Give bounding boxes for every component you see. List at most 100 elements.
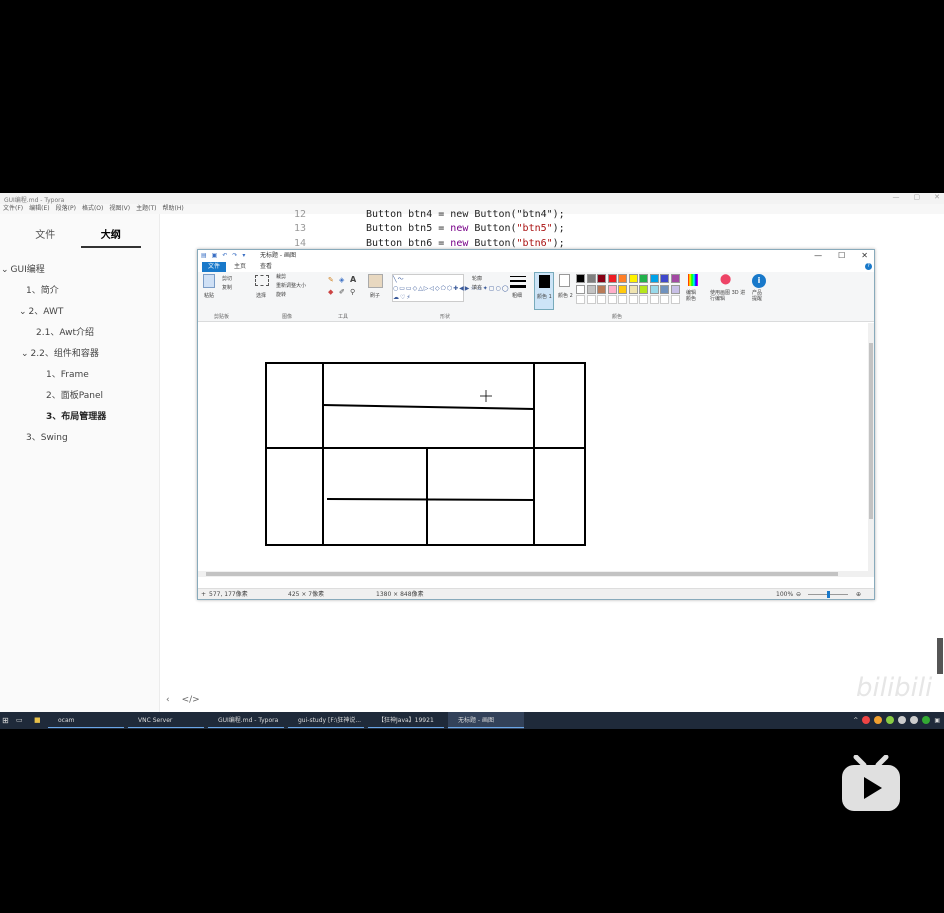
network-icon[interactable] <box>910 716 919 724</box>
color2-swatch[interactable] <box>559 274 570 287</box>
scroll-thumb[interactable] <box>869 343 873 519</box>
text-tool-icon[interactable]: A <box>350 275 356 284</box>
close-icon[interactable]: ✕ <box>861 250 868 262</box>
copy-button[interactable]: 复制 <box>222 284 232 291</box>
palette-swatch[interactable] <box>628 284 638 294</box>
chevron-down-icon[interactable]: ⌄ <box>19 307 27 317</box>
taskbar-item[interactable]: GUI编程.md - Typora <box>208 712 284 729</box>
resize-button[interactable]: 重新调整大小 <box>276 282 306 289</box>
outline-item[interactable]: ⌄ 2、AWT <box>0 302 159 323</box>
taskbar-item[interactable]: gui-study [F:\狂神说... <box>288 712 364 729</box>
close-icon[interactable]: ✕ <box>934 193 940 201</box>
palette-swatch[interactable] <box>597 274 606 283</box>
minimize-icon[interactable]: — <box>814 250 822 262</box>
palette-swatch-empty[interactable] <box>618 295 627 304</box>
chevron-down-icon[interactable]: ⌄ <box>21 349 29 359</box>
editor-scrollbar[interactable] <box>937 638 943 674</box>
save-icon[interactable]: ▣ <box>212 250 218 262</box>
palette-swatch-empty[interactable] <box>576 295 585 304</box>
taskbar-item[interactable]: 无标题 - 画图 <box>448 712 524 729</box>
help-icon[interactable]: ? <box>865 263 872 270</box>
paint3d-icon[interactable]: ⬤ <box>720 274 731 285</box>
task-view-icon[interactable]: ▭ <box>16 712 23 729</box>
palette-swatch[interactable] <box>639 274 648 283</box>
tray-app-icon[interactable] <box>886 716 895 724</box>
tray-app-icon[interactable] <box>862 716 871 724</box>
palette-swatch[interactable] <box>670 274 680 283</box>
palette-swatch[interactable] <box>618 284 627 294</box>
palette-swatch-empty[interactable] <box>670 295 680 304</box>
redo-icon[interactable]: ↷ <box>232 250 237 262</box>
minimize-icon[interactable]: — <box>893 193 900 201</box>
tab-view[interactable]: 查看 <box>254 262 278 272</box>
zoom-slider-thumb[interactable] <box>827 591 830 598</box>
select-icon[interactable] <box>255 275 269 286</box>
menu-theme[interactable]: 主题(T) <box>136 204 156 214</box>
taskbar-item[interactable]: 【狂神Java】19921 <box>368 712 444 729</box>
palette-swatch[interactable] <box>628 274 638 283</box>
color-picker-icon[interactable]: ✐ <box>339 288 345 296</box>
chevron-down-icon[interactable]: ⌄ <box>1 265 9 275</box>
palette-swatch[interactable] <box>576 284 585 294</box>
outline-item[interactable]: 2.1、Awt介绍 <box>0 323 159 344</box>
select-button[interactable]: 选择 <box>256 292 266 299</box>
menu-paragraph[interactable]: 段落(P) <box>56 204 76 214</box>
palette-swatch[interactable] <box>607 284 617 294</box>
palette-swatch[interactable] <box>586 284 596 294</box>
canvas-vertical-scrollbar[interactable] <box>868 323 874 571</box>
cut-button[interactable]: 剪切 <box>222 275 232 282</box>
palette-swatch-empty[interactable] <box>597 295 606 304</box>
pencil-icon[interactable]: ✎ <box>328 276 334 284</box>
tab-home[interactable]: 主页 <box>228 262 252 272</box>
taskbar-item[interactable]: ocam <box>48 712 124 729</box>
outline-item[interactable]: 1、简介 <box>0 281 159 302</box>
shapes-gallery[interactable]: ╲〜○▭▭◇△▷◁◇⬠⬡✚◀▶☆✩✦▢○◯☁♡⚡ <box>392 274 508 302</box>
outline-item[interactable]: 3、Swing <box>0 428 159 449</box>
zoom-in-icon[interactable]: ⊕ <box>856 589 861 600</box>
outline-item[interactable]: 1、Frame <box>0 365 159 386</box>
magnifier-icon[interactable]: ⚲ <box>350 288 355 296</box>
palette-swatch-empty[interactable] <box>649 295 659 304</box>
eraser-icon[interactable]: ◆ <box>328 288 333 296</box>
tray-app-icon[interactable] <box>874 716 883 724</box>
fill-button[interactable]: 填充 <box>472 284 482 291</box>
edit-colors-icon[interactable] <box>688 274 698 286</box>
maximize-icon[interactable]: ☐ <box>838 250 845 262</box>
paint3d-button[interactable]: 使用画图 3D 进行编辑 <box>710 290 746 302</box>
palette-swatch[interactable] <box>639 284 648 294</box>
edit-colors-button[interactable]: 编辑颜色 <box>686 290 700 302</box>
outline-button[interactable]: 轮廓 <box>472 275 482 282</box>
palette-swatch[interactable] <box>618 274 627 283</box>
scroll-thumb[interactable] <box>206 572 838 576</box>
palette-swatch-empty[interactable] <box>607 295 617 304</box>
palette-swatch[interactable] <box>649 274 659 283</box>
rotate-button[interactable]: 旋转 <box>276 291 286 298</box>
outline-item[interactable]: ⌄ GUI编程 <box>0 260 159 281</box>
menu-edit[interactable]: 编辑(E) <box>29 204 49 214</box>
tab-outline[interactable]: 大纲 <box>80 226 141 248</box>
palette-swatch-empty[interactable] <box>586 295 596 304</box>
chevron-down-icon[interactable]: ▾ <box>242 250 245 262</box>
chevron-up-icon[interactable]: ^ <box>853 712 858 729</box>
color1-selector[interactable]: 颜色 1 <box>534 272 554 310</box>
undo-icon[interactable]: ↶ <box>222 250 227 262</box>
zoom-out-icon[interactable]: ⊖ <box>796 589 801 600</box>
outline-item[interactable]: ⌄ 2.2、组件和容器 <box>0 344 159 365</box>
paste-icon[interactable] <box>203 274 215 288</box>
size-button[interactable]: 粗细 <box>512 292 522 299</box>
drawing-canvas[interactable] <box>198 323 868 571</box>
maximize-icon[interactable]: ▢ <box>914 193 921 201</box>
back-icon[interactable]: ‹ <box>166 695 170 705</box>
menu-format[interactable]: 格式(O) <box>82 204 103 214</box>
palette-swatch[interactable] <box>576 274 585 283</box>
product-alert-button[interactable]: 产品提醒 <box>752 290 766 302</box>
paste-button[interactable]: 粘贴 <box>204 292 214 299</box>
outline-item[interactable]: 2、面板Panel <box>0 386 159 407</box>
source-code-icon[interactable]: </> <box>182 695 200 705</box>
tab-files[interactable]: 文件 <box>18 226 72 248</box>
info-icon[interactable]: i <box>752 274 766 288</box>
file-explorer-icon[interactable]: ■ <box>34 712 41 729</box>
crop-button[interactable]: 裁剪 <box>276 273 286 280</box>
palette-swatch[interactable] <box>607 274 617 283</box>
palette-swatch[interactable] <box>597 284 606 294</box>
